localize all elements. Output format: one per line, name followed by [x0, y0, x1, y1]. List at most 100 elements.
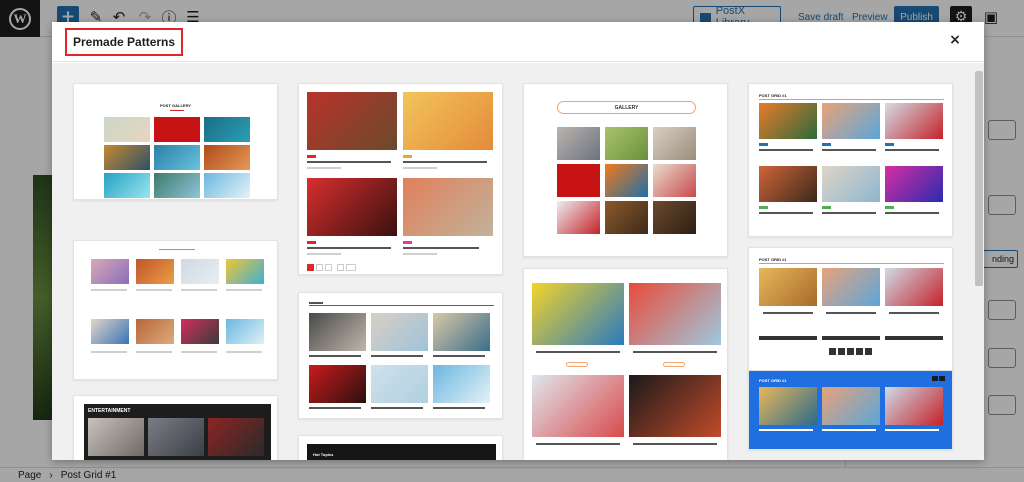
meta-line [307, 167, 341, 169]
thumbnail-image [371, 313, 428, 351]
modal-scrollbar[interactable] [974, 63, 984, 460]
thumbnail-image [822, 103, 880, 139]
pattern-title: POST GRID #1 [759, 257, 787, 262]
pattern-card-gallery[interactable]: GALLERY [523, 83, 728, 257]
post-title-line [822, 149, 876, 151]
thumbnail-image [532, 283, 624, 345]
thumbnail-image [91, 259, 129, 284]
thumbnail-image [91, 319, 129, 344]
thumbnail-image [104, 173, 150, 198]
modal-header: Premade Patterns × [52, 22, 984, 62]
pagination-page[interactable] [838, 348, 845, 355]
pagination-page[interactable] [337, 264, 344, 271]
post-title-line [371, 355, 423, 357]
pagination-page[interactable] [847, 348, 854, 355]
category-badge [759, 206, 768, 209]
post-title-line [403, 247, 479, 249]
thumbnail-image [822, 166, 880, 202]
meta-line [403, 253, 437, 255]
post-title-line [885, 212, 939, 214]
post-title-line [889, 312, 939, 314]
post-title-line [633, 351, 717, 353]
read-more-bar[interactable] [759, 336, 817, 340]
category-badge [403, 155, 412, 158]
scrollbar-thumb[interactable] [975, 71, 983, 286]
thumbnail-image [822, 268, 880, 306]
pattern-card-post-grid-large[interactable] [298, 83, 503, 275]
text-line [91, 289, 127, 291]
category-badge [403, 241, 412, 244]
category-badge [885, 206, 894, 209]
post-title-line [822, 212, 876, 214]
thumbnail-image [307, 178, 397, 236]
post-title-line [307, 161, 391, 163]
thumbnail-image [629, 283, 721, 345]
post-title-line [536, 443, 620, 445]
post-title-line [885, 149, 939, 151]
category-badge [885, 143, 894, 146]
post-title-line [307, 247, 391, 249]
modal-title: Premade Patterns [65, 28, 184, 56]
thumbnail-image [532, 375, 624, 437]
pattern-card-post-grid-1[interactable]: POST GRID #1 [748, 83, 953, 237]
read-more-bar[interactable] [822, 336, 880, 340]
pagination-page[interactable] [316, 264, 323, 271]
thumbnail-image [885, 166, 943, 202]
thumbnail-image [629, 375, 721, 437]
pagination-page[interactable] [865, 348, 872, 355]
hot-topics-panel [307, 444, 496, 460]
post-title-line [759, 149, 813, 151]
post-title-line [309, 407, 361, 409]
meta-line [403, 167, 437, 169]
read-more-button[interactable] [663, 362, 685, 367]
thumbnail-image [204, 173, 250, 198]
thumbnail-image [605, 127, 648, 160]
category-badge [759, 143, 768, 146]
thumbnail-image [226, 259, 264, 284]
thumbnail-image [885, 387, 943, 425]
thumbnail-image [653, 164, 696, 197]
thumbnail-image [885, 268, 943, 306]
pagination-page[interactable] [307, 264, 314, 271]
thumbnail-image [605, 201, 648, 234]
pattern-card-post-grid-centered[interactable]: POST GRID #1 [748, 247, 953, 378]
thumbnail-image [154, 117, 200, 142]
thumbnail-image [154, 173, 200, 198]
read-more-button[interactable] [566, 362, 588, 367]
thumbnail-image [653, 127, 696, 160]
pattern-card-trending-grid[interactable] [73, 240, 278, 380]
pagination-page[interactable] [856, 348, 863, 355]
category-badge [307, 241, 316, 244]
thumbnail-image [759, 387, 817, 425]
pagination-page[interactable] [325, 264, 332, 271]
nav-arrow[interactable] [932, 376, 938, 381]
thumbnail-image [605, 164, 648, 197]
thumbnail-image [759, 103, 817, 139]
thumbnail-image [557, 201, 600, 234]
pattern-card-blog-list[interactable] [523, 268, 728, 460]
divider [170, 110, 184, 111]
thumbnail-image [204, 117, 250, 142]
pattern-card-updates[interactable] [298, 292, 503, 419]
gallery-heading-pill: GALLERY [557, 101, 696, 114]
post-title-line [759, 212, 813, 214]
post-title-line [403, 161, 487, 163]
pattern-card-hot-topics[interactable]: Hot Topics [298, 435, 503, 460]
pattern-card-post-gallery[interactable]: POST GALLERY [73, 83, 278, 200]
pattern-card-post-grid-blue[interactable]: POST GRID #1 [748, 370, 953, 450]
read-more-bar[interactable] [885, 336, 943, 340]
pagination-page[interactable] [829, 348, 836, 355]
pattern-card-entertainment[interactable]: ENTERTAINMENT [73, 395, 278, 460]
thumbnail-image [759, 166, 817, 202]
thumbnail-image [104, 145, 150, 170]
pattern-title: Hot Topics [313, 452, 334, 457]
close-icon[interactable]: × [948, 32, 962, 48]
text-line [226, 351, 262, 353]
thumbnail-image [403, 92, 493, 150]
thumbnail-image [154, 145, 200, 170]
thumbnail-image [226, 319, 264, 344]
text-line [91, 351, 127, 353]
pagination-next[interactable] [346, 264, 356, 271]
text-line [136, 351, 172, 353]
nav-arrow[interactable] [939, 376, 945, 381]
